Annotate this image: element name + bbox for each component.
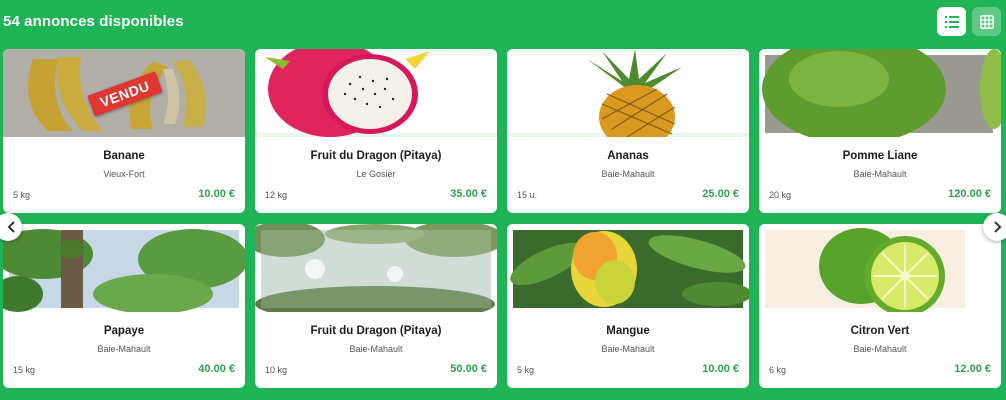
listing-location: Baie-Mahault: [601, 169, 655, 179]
listing-price: 10.00 €: [198, 188, 235, 200]
listing-price: 25.00 €: [702, 188, 739, 200]
listing-price: 12.00 €: [954, 363, 991, 375]
grid-icon: [979, 14, 994, 29]
listing-card[interactable]: Ananas Baie-Mahault 15 u. 25.00 €: [507, 49, 749, 213]
listing-name: Fruit du Dragon (Pitaya): [310, 150, 442, 162]
listing-name: Ananas: [607, 150, 649, 162]
listing-quantity: 5 kg: [517, 365, 535, 375]
listing-name: Fruit du Dragon (Pitaya): [310, 325, 442, 337]
listing-quantity: 15 u.: [517, 190, 538, 200]
listing-quantity: 12 kg: [265, 190, 288, 200]
listing-quantity: 6 kg: [769, 365, 787, 375]
listing-price: 40.00 €: [198, 363, 235, 375]
listing-location: Baie-Mahault: [349, 344, 403, 354]
listing-image-dragon-fruit: [255, 49, 497, 137]
carousel-next-button[interactable]: [983, 213, 1006, 241]
listing-card[interactable]: VENDU Banane Vieux-Fort 5 kg 10.00 €: [3, 49, 245, 213]
listing-quantity: 10 kg: [265, 365, 288, 375]
listing-location: Baie-Mahault: [853, 169, 907, 179]
grid-view-button[interactable]: [972, 7, 1001, 36]
listing-image-passion-fruit: [759, 49, 1001, 137]
listing-price: 10.00 €: [702, 363, 739, 375]
listing-location: Baie-Mahault: [97, 344, 151, 354]
listing-location: Le Gosier: [356, 169, 396, 179]
listing-card[interactable]: Pomme Liane Baie-Mahault 20 kg 120.00 €: [759, 49, 1001, 213]
listing-name: Pomme Liane: [842, 150, 918, 162]
listing-quantity: 20 kg: [769, 190, 792, 200]
listing-price: 35.00 €: [450, 188, 487, 200]
listing-price: 120.00 €: [948, 188, 991, 200]
listing-location: Vieux-Fort: [103, 169, 145, 179]
listing-image-banana: VENDU: [3, 49, 245, 137]
listing-card[interactable]: Citron Vert Baie-Mahault 6 kg 12.00 €: [759, 224, 1001, 388]
listing-quantity: 5 kg: [13, 190, 31, 200]
listing-quantity: 15 kg: [13, 365, 36, 375]
results-header: 54 annonces disponibles: [0, 0, 1006, 44]
listing-image-lime: [759, 224, 1001, 312]
listing-name: Banane: [103, 150, 145, 162]
listing-image-tree-canopy: [255, 224, 497, 312]
listing-image-pineapple: [507, 49, 749, 137]
listing-price: 50.00 €: [450, 363, 487, 375]
listing-card[interactable]: Mangue Baie-Mahault 5 kg 10.00 €: [507, 224, 749, 388]
listing-card[interactable]: Fruit du Dragon (Pitaya) Le Gosier 12 kg…: [255, 49, 497, 213]
listing-card[interactable]: Fruit du Dragon (Pitaya) Baie-Mahault 10…: [255, 224, 497, 388]
listing-name: Citron Vert: [850, 325, 910, 337]
listing-location: Baie-Mahault: [853, 344, 907, 354]
listing-image-mango: [507, 224, 749, 312]
listing-card[interactable]: Papaye Baie-Mahault 15 kg 40.00 €: [3, 224, 245, 388]
chevron-left-icon: [7, 221, 15, 233]
list-view-button[interactable]: [937, 7, 966, 36]
listing-image-papaya-tree: [3, 224, 245, 312]
list-icon: [944, 15, 959, 28]
listing-name: Mangue: [606, 325, 650, 337]
listing-location: Baie-Mahault: [601, 344, 655, 354]
listing-name: Papaye: [103, 325, 145, 337]
chevron-right-icon: [994, 221, 1002, 233]
listings-count: 54 annonces disponibles: [3, 13, 184, 30]
